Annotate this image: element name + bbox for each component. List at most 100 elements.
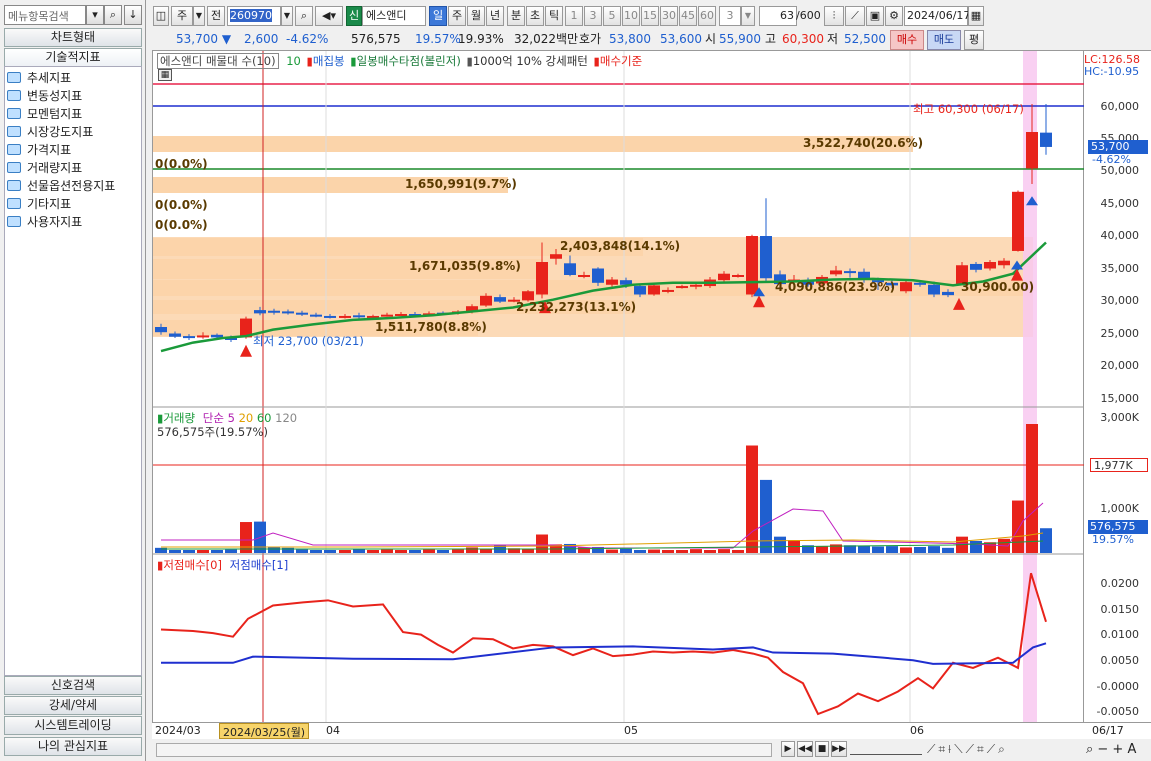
dropdown-arrow-icon[interactable]: ▼ bbox=[193, 6, 205, 26]
y-tick: 0.0050 bbox=[1100, 654, 1140, 667]
tab-technical-indicators[interactable]: 기술적지표 bbox=[4, 48, 142, 67]
candle-body bbox=[984, 262, 996, 269]
price-change: 2,600 bbox=[244, 32, 279, 46]
volume-bar bbox=[381, 549, 393, 553]
volume-bar bbox=[620, 548, 632, 553]
tree-item[interactable]: 기타지표 bbox=[7, 195, 71, 213]
menu-search-input[interactable]: 메뉴항목검색 bbox=[4, 5, 86, 25]
legend-ma20[interactable]: 20 bbox=[239, 411, 254, 425]
interval-input[interactable]: 3 bbox=[719, 6, 741, 26]
zoom-icons[interactable]: ⌕ − + A bbox=[1086, 742, 1136, 757]
interval-1[interactable]: 1 bbox=[565, 6, 583, 26]
interval-10[interactable]: 10 bbox=[622, 6, 640, 26]
layout-icon[interactable]: ◫ bbox=[153, 6, 169, 26]
candle-body bbox=[296, 312, 308, 315]
rewind-icon[interactable]: ◀◀ bbox=[797, 741, 813, 757]
down-arrow-icon[interactable]: ↓ bbox=[124, 5, 142, 25]
interval-3[interactable]: 3 bbox=[584, 6, 602, 26]
play-icon[interactable]: ▶ bbox=[781, 741, 795, 757]
legend-strong-pattern[interactable]: 1000억 10% 강세패턴 bbox=[473, 54, 588, 68]
sell-button[interactable]: 매도 bbox=[927, 30, 961, 50]
tree-item[interactable]: 선물옵션전용지표 bbox=[7, 177, 115, 195]
buy-button[interactable]: 매수 bbox=[890, 30, 924, 50]
interval-45[interactable]: 45 bbox=[679, 6, 697, 26]
prev-button[interactable]: 전 bbox=[207, 6, 225, 26]
count-input[interactable]: 63 bbox=[759, 6, 797, 26]
code-input[interactable]: 260970 bbox=[227, 6, 281, 26]
tab-system-trading[interactable]: 시스템트레이딩 bbox=[4, 716, 142, 735]
legend-ma[interactable]: 10 bbox=[286, 54, 301, 68]
period-day[interactable]: 일 bbox=[429, 6, 447, 26]
legend-simple[interactable]: 단순 bbox=[203, 411, 224, 425]
tree-item[interactable]: 거래량지표 bbox=[7, 159, 82, 177]
band-label: 2,403,848(14.1%) bbox=[560, 239, 681, 253]
date-input[interactable]: 2024/06/17 bbox=[904, 6, 970, 26]
forward-icon[interactable]: ▶▶ bbox=[831, 741, 847, 757]
legend-accum-bar[interactable]: 매집봉 bbox=[313, 54, 345, 68]
open-price: 55,900 bbox=[719, 32, 761, 46]
legend-low-buy-0[interactable]: 저점매수[0] bbox=[163, 558, 222, 572]
scrollbar[interactable] bbox=[156, 743, 772, 757]
zoom-slider[interactable] bbox=[850, 743, 922, 755]
dropdown-arrow-icon[interactable]: ▼ bbox=[281, 6, 293, 26]
tree-item[interactable]: 사용자지표 bbox=[7, 213, 82, 231]
period-month[interactable]: 월 bbox=[467, 6, 485, 26]
legend-volume[interactable]: 거래량 bbox=[163, 411, 195, 425]
candle-body bbox=[718, 273, 730, 281]
tree-item[interactable]: 추세지표 bbox=[7, 69, 71, 87]
calendar-icon[interactable]: ▦ bbox=[968, 6, 984, 26]
interval-15[interactable]: 15 bbox=[641, 6, 659, 26]
market-select[interactable]: 주 bbox=[171, 6, 193, 26]
volume-bar bbox=[886, 546, 898, 553]
volume-bar bbox=[466, 547, 478, 553]
legend-ma60[interactable]: 60 bbox=[257, 411, 272, 425]
eval-button[interactable]: 평 bbox=[964, 30, 984, 50]
legend-buy-basis[interactable]: 매수기준 bbox=[600, 54, 642, 68]
volume-bar bbox=[395, 549, 407, 553]
tab-bull-bear[interactable]: 강세/약세 bbox=[4, 696, 142, 715]
buy-signal-marker bbox=[240, 344, 252, 357]
band-label: 3,522,740(20.6%) bbox=[803, 136, 924, 150]
drawing-tools-icon[interactable]: ⟋⌗⟊⟍⟋⌗⟋⌕ bbox=[927, 742, 1008, 757]
period-tick[interactable]: 틱 bbox=[545, 6, 563, 26]
candle-tool-icon[interactable]: ⫶ bbox=[824, 6, 844, 26]
volume-ma20-line bbox=[161, 532, 1044, 548]
tree-item[interactable]: 가격지표 bbox=[7, 141, 71, 159]
interval-30[interactable]: 30 bbox=[660, 6, 678, 26]
grid-icon[interactable]: ▦ bbox=[158, 69, 172, 81]
volume-bar bbox=[760, 479, 772, 553]
speaker-icon[interactable]: ◀▾ bbox=[315, 6, 343, 26]
tree-item[interactable]: 모멘텀지표 bbox=[7, 105, 82, 123]
period-minute[interactable]: 분 bbox=[507, 6, 525, 26]
interval-5[interactable]: 5 bbox=[603, 6, 621, 26]
period-week[interactable]: 주 bbox=[448, 6, 466, 26]
tree-item[interactable]: 시장강도지표 bbox=[7, 123, 93, 141]
interval-60[interactable]: 60 bbox=[698, 6, 716, 26]
period-second[interactable]: 초 bbox=[526, 6, 544, 26]
quote-bar: 53,700 ▼ 2,600 -4.62% 576,575 19.57% 19.… bbox=[150, 27, 1151, 50]
legend-ma5[interactable]: 5 bbox=[228, 411, 235, 425]
tab-chart-type[interactable]: 차트형태 bbox=[4, 28, 142, 47]
dropdown-arrow-icon[interactable]: ▼ bbox=[741, 6, 755, 26]
legend-low-buy-1[interactable]: 저점매수[1] bbox=[230, 558, 289, 572]
period-year[interactable]: 년 bbox=[486, 6, 504, 26]
tree-item[interactable]: 변동성지표 bbox=[7, 87, 82, 105]
tab-signal-search[interactable]: 신호검색 bbox=[4, 676, 142, 695]
legend-ma120[interactable]: 120 bbox=[275, 411, 297, 425]
legend-volume-profile[interactable]: 에스앤디 매물대 수(10) bbox=[157, 53, 279, 69]
stock-name-field[interactable]: 에스앤디 bbox=[362, 6, 426, 26]
chart-area[interactable]: 에스앤디 매물대 수(10) 10 ▮매집봉 ▮일봉매수타점(볼린저) ▮100… bbox=[152, 50, 1085, 724]
dropdown-arrow-icon[interactable]: ▾ bbox=[86, 5, 104, 25]
candle-body bbox=[339, 315, 351, 318]
search-icon[interactable]: ⌕ bbox=[104, 5, 122, 25]
legend-bollinger-entry[interactable]: 일봉매수타점(볼린저) bbox=[357, 54, 461, 68]
gear-icon[interactable]: ⚙ bbox=[885, 6, 903, 26]
search-icon[interactable]: ⌕ bbox=[295, 6, 313, 26]
save-icon[interactable]: ▣ bbox=[866, 6, 884, 26]
bid-price-2: 53,600 bbox=[660, 32, 702, 46]
tab-my-indicators[interactable]: 나의 관심지표 bbox=[4, 737, 142, 756]
folder-icon bbox=[7, 144, 21, 155]
volume-bar bbox=[928, 546, 940, 553]
stop-icon[interactable]: ■ bbox=[815, 741, 829, 757]
trend-tool-icon[interactable]: ⟋ bbox=[845, 6, 865, 26]
